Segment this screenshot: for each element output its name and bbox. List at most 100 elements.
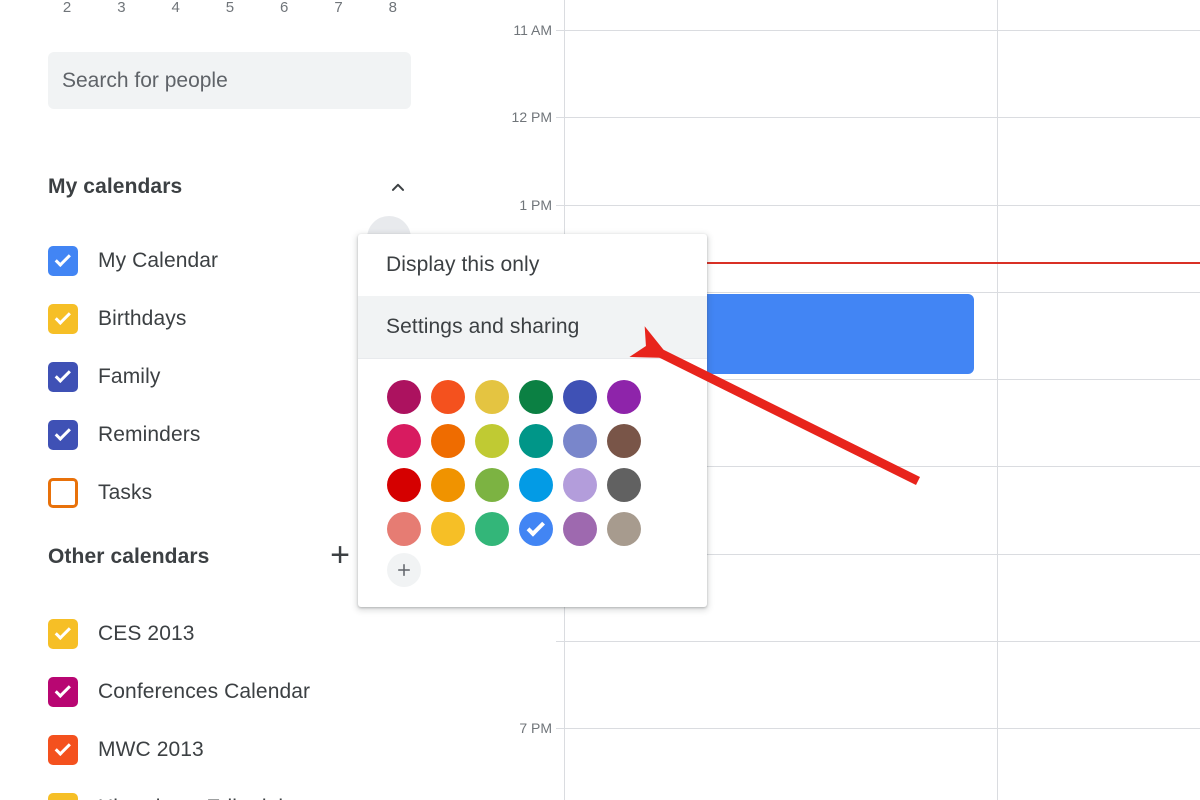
other-calendars-header: Other calendars + [48, 538, 411, 572]
color-swatch[interactable] [470, 507, 514, 551]
color-swatch-dot [607, 380, 641, 414]
calendar-checkbox[interactable] [48, 362, 78, 392]
mini-calendar-day-8[interactable]: 8 [366, 0, 420, 15]
calendar-name-label: MWC 2013 [98, 738, 204, 761]
calendar-checkbox[interactable] [48, 735, 78, 765]
hour-gridline [556, 30, 1200, 31]
mini-calendar-day-2[interactable]: 2 [40, 0, 94, 15]
add-custom-color-button[interactable] [387, 553, 421, 587]
search-for-people-box[interactable] [48, 52, 411, 109]
color-swatch-grid [358, 375, 707, 551]
calendar-checkbox[interactable] [48, 246, 78, 276]
color-swatch[interactable] [426, 375, 470, 419]
calendar-checkbox[interactable] [48, 420, 78, 450]
menu-item-list: Display this only Settings and sharing [358, 234, 707, 358]
search-input[interactable] [62, 68, 411, 93]
color-swatch[interactable] [514, 507, 558, 551]
color-swatch[interactable] [558, 419, 602, 463]
check-icon [54, 250, 71, 268]
color-swatch-dot [475, 512, 509, 546]
color-swatch-dot [387, 512, 421, 546]
mini-calendar-day-6[interactable]: 6 [257, 0, 311, 15]
color-swatch-dot [475, 380, 509, 414]
other-calendar-item[interactable]: Conferences Calendar [0, 663, 460, 721]
color-swatch-dot [607, 424, 641, 458]
hour-gridline [556, 117, 1200, 118]
calendar-checkbox[interactable] [48, 304, 78, 334]
other-calendar-item[interactable]: Ubergizmo Editorial [0, 779, 460, 800]
check-icon [54, 739, 71, 757]
mini-calendar-day-5[interactable]: 5 [203, 0, 257, 15]
color-swatch[interactable] [514, 419, 558, 463]
color-swatch[interactable] [426, 419, 470, 463]
color-swatch-dot [519, 424, 553, 458]
mini-calendar-day-3[interactable]: 3 [94, 0, 148, 15]
time-label: 1 PM [519, 197, 552, 213]
check-icon [54, 366, 71, 384]
mini-calendar-day-4[interactable]: 4 [149, 0, 203, 15]
my-calendars-header: My calendars [48, 172, 411, 202]
calendar-checkbox[interactable] [48, 793, 78, 800]
color-swatch-dot [563, 380, 597, 414]
other-calendars-list: CES 2013 Conferences Calendar MWC 2013 Uber… [0, 605, 460, 800]
day-column-divider [997, 0, 998, 800]
calendar-name-label: Ubergizmo Editorial [98, 796, 283, 800]
calendar-name-label: My Calendar [98, 249, 219, 272]
other-calendars-title: Other calendars [48, 545, 210, 568]
color-swatch-dot [563, 512, 597, 546]
color-swatch[interactable] [426, 463, 470, 507]
color-swatch[interactable] [514, 375, 558, 419]
color-swatch[interactable] [558, 507, 602, 551]
color-swatch-dot [607, 512, 641, 546]
plus-icon[interactable]: + [325, 538, 355, 572]
chevron-up-icon[interactable] [385, 174, 411, 200]
color-swatch[interactable] [382, 463, 426, 507]
color-swatch-dot [563, 424, 597, 458]
calendar-name-label: Birthdays [98, 307, 187, 330]
my-calendars-title: My calendars [48, 175, 183, 198]
calendar-app: 2345678 My calendars My Calendar Birthday… [0, 0, 1200, 800]
custom-color-row [358, 551, 707, 595]
plus-icon [398, 564, 410, 576]
color-swatch-dot [387, 468, 421, 502]
calendar-checkbox[interactable] [48, 677, 78, 707]
menu-item-display-this-only[interactable]: Display this only [358, 234, 707, 296]
color-swatch[interactable] [426, 507, 470, 551]
hour-gridline [556, 728, 1200, 729]
other-calendar-item[interactable]: MWC 2013 [0, 721, 460, 779]
color-swatch[interactable] [514, 463, 558, 507]
color-swatch[interactable] [470, 375, 514, 419]
time-label: 12 PM [511, 109, 552, 125]
color-swatch-dot [387, 424, 421, 458]
color-swatch[interactable] [602, 419, 646, 463]
color-swatch-dot [431, 512, 465, 546]
calendar-name-label: Reminders [98, 423, 201, 446]
check-icon [526, 517, 545, 537]
hour-gridline [556, 205, 1200, 206]
mini-calendar-day-7[interactable]: 7 [311, 0, 365, 15]
color-swatch-dot [519, 468, 553, 502]
check-icon [54, 623, 71, 641]
color-swatch[interactable] [602, 507, 646, 551]
calendar-checkbox[interactable] [48, 478, 78, 508]
time-label: 7 PM [519, 720, 552, 736]
color-swatch[interactable] [382, 375, 426, 419]
color-swatch[interactable] [470, 463, 514, 507]
color-swatch[interactable] [602, 375, 646, 419]
color-swatch-dot [431, 424, 465, 458]
hour-gridline [556, 641, 1200, 642]
color-swatch[interactable] [470, 419, 514, 463]
color-swatch-dot [431, 380, 465, 414]
color-swatch[interactable] [382, 507, 426, 551]
color-swatch-dot [475, 468, 509, 502]
menu-item-settings-and-sharing[interactable]: Settings and sharing [358, 296, 707, 358]
color-swatch[interactable] [558, 463, 602, 507]
other-calendar-item[interactable]: CES 2013 [0, 605, 460, 663]
color-swatch[interactable] [602, 463, 646, 507]
color-swatch-dot [607, 468, 641, 502]
calendar-checkbox[interactable] [48, 619, 78, 649]
color-swatch-dot [519, 512, 553, 546]
color-swatch[interactable] [382, 419, 426, 463]
color-swatch[interactable] [558, 375, 602, 419]
color-swatch-dot [563, 468, 597, 502]
